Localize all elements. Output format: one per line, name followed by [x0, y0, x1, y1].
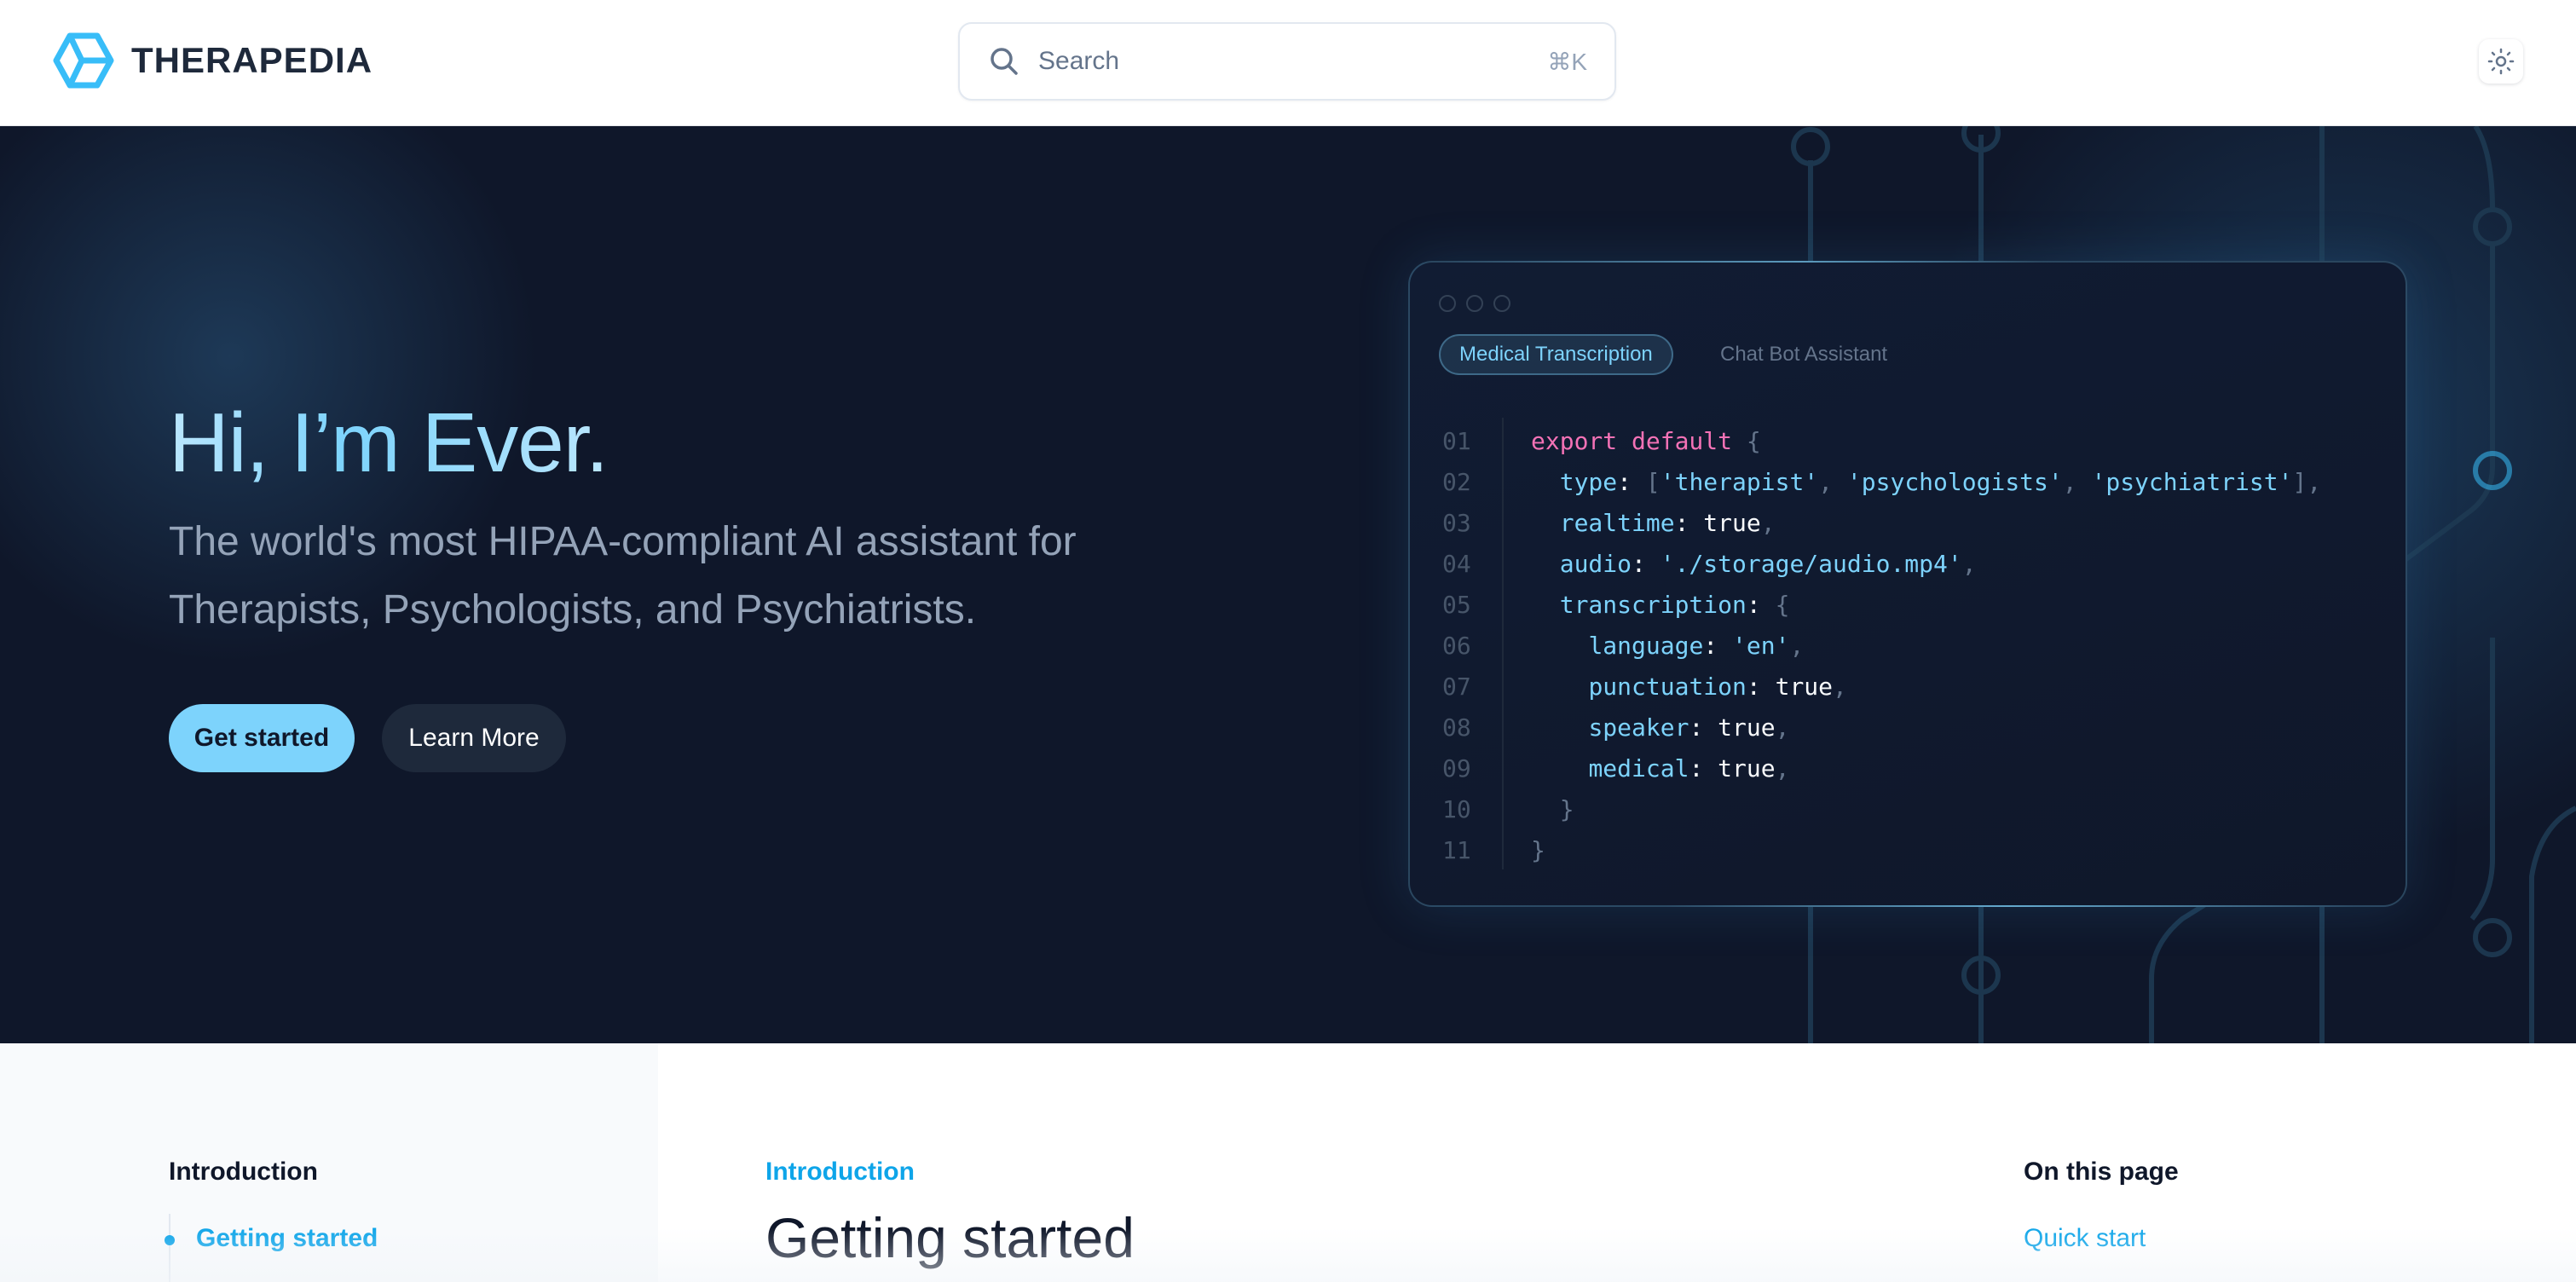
- get-started-button[interactable]: Get started: [169, 704, 355, 772]
- code-line: }: [1531, 836, 1545, 864]
- line-number: 02: [1442, 468, 1471, 496]
- hero-subtitle: The world's most HIPAA-compliant AI assi…: [169, 519, 1077, 632]
- hero-title-greeting: Hi,: [169, 396, 291, 489]
- sun-icon: [2487, 48, 2515, 75]
- window-controls: [1439, 295, 1510, 312]
- code-block: export default { type: ['therapist', 'ps…: [1531, 421, 2321, 871]
- window-dot-icon: [1466, 295, 1483, 312]
- search-icon: [991, 48, 1018, 75]
- line-number: 03: [1442, 509, 1471, 537]
- sidebar-rail: [169, 1214, 170, 1282]
- code-line: speaker: true,: [1588, 713, 1790, 742]
- code-line: medical: true,: [1588, 754, 1790, 782]
- page-eyebrow: Introduction: [765, 1158, 915, 1186]
- line-number: 07: [1442, 673, 1471, 701]
- code-line: transcription: {: [1559, 591, 1790, 619]
- hero-title-name: I’m Ever.: [291, 396, 609, 489]
- line-number: 10: [1442, 795, 1471, 823]
- code-window: Medical Transcription Chat Bot Assistant…: [1408, 261, 2407, 907]
- tab-medical-transcription[interactable]: Medical Transcription: [1439, 334, 1673, 375]
- page-title: Getting started: [765, 1206, 1135, 1269]
- hero-title: Hi, I’m Ever.: [169, 397, 608, 489]
- hexagon-cube-logo-icon: [53, 32, 114, 89]
- top-header: THERAPEDIA Search ⌘K: [0, 0, 2576, 126]
- search-input[interactable]: Search ⌘K: [958, 22, 1616, 101]
- code-line: realtime: true,: [1559, 509, 1776, 537]
- search-placeholder: Search: [1038, 47, 1120, 75]
- toc-link-quick-start[interactable]: Quick start: [2024, 1224, 2146, 1253]
- code-line: audio: './storage/audio.mp4',: [1559, 550, 1977, 578]
- line-numbers: 01 02 03 04 05 06 07 08 09 10 11: [1442, 421, 1485, 871]
- sidebar-section-heading: Introduction: [169, 1158, 318, 1186]
- code-line: language: 'en',: [1588, 632, 1805, 660]
- hero-section: Hi, I’m Ever. The world's most HIPAA-com…: [0, 126, 2576, 1043]
- line-number: 05: [1442, 591, 1471, 619]
- window-dot-icon: [1439, 295, 1456, 312]
- line-number: 06: [1442, 632, 1471, 660]
- theme-toggle-button[interactable]: [2479, 39, 2523, 84]
- line-number: 11: [1442, 836, 1471, 864]
- line-number: 09: [1442, 754, 1471, 782]
- active-indicator-icon: [165, 1235, 175, 1245]
- window-dot-icon: [1493, 295, 1510, 312]
- brand-logo[interactable]: THERAPEDIA: [53, 32, 373, 89]
- search-shortcut: ⌘K: [1547, 48, 1587, 75]
- sidebar-item-getting-started[interactable]: Getting started: [196, 1224, 378, 1253]
- code-line: type: ['therapist', 'psychologists', 'ps…: [1559, 468, 2322, 496]
- code-line: }: [1559, 795, 1574, 823]
- learn-more-button[interactable]: Learn More: [382, 704, 566, 772]
- code-line: export default {: [1531, 427, 1761, 455]
- line-number: 08: [1442, 713, 1471, 742]
- code-line: punctuation: true,: [1588, 673, 1847, 701]
- gutter-divider: [1502, 418, 1504, 869]
- docs-section: Introduction Getting started Introductio…: [0, 1043, 2576, 1282]
- line-number: 04: [1442, 550, 1471, 578]
- toc-heading: On this page: [2024, 1158, 2179, 1186]
- tab-chat-bot-assistant[interactable]: Chat Bot Assistant: [1720, 334, 1887, 375]
- line-number: 01: [1442, 427, 1471, 455]
- brand-name: THERAPEDIA: [131, 40, 373, 80]
